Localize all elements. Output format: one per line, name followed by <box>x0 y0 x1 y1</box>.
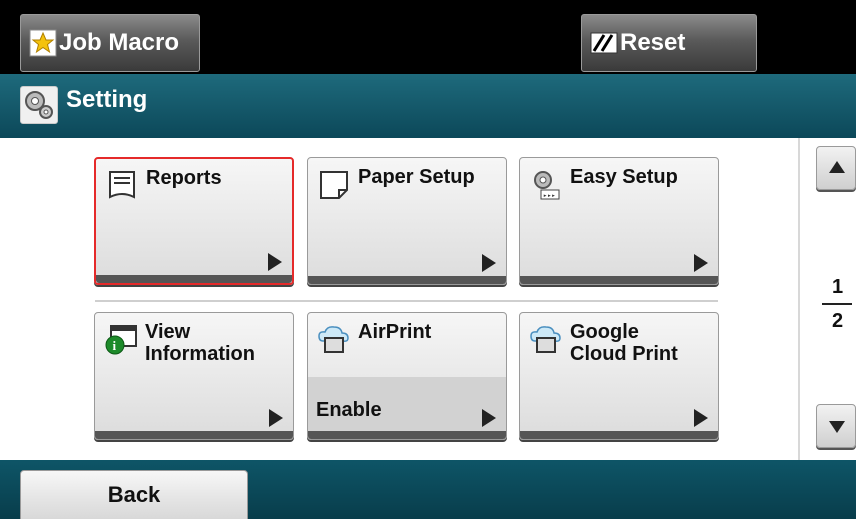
back-button[interactable]: Back <box>20 470 248 519</box>
airprint-tile[interactable]: AirPrint Enable <box>307 312 507 440</box>
scroll-down-button[interactable] <box>816 404 856 448</box>
paper-setup-tile[interactable]: Paper Setup <box>307 157 507 285</box>
airprint-value: Enable <box>316 399 382 421</box>
view-information-tile[interactable]: i View Information <box>94 312 294 440</box>
tile-shadow <box>308 431 506 439</box>
tile-shadow <box>96 275 292 283</box>
reports-tile[interactable]: Reports <box>94 157 294 285</box>
arrow-right-icon <box>268 253 282 271</box>
view-information-label: View Information <box>145 321 255 365</box>
arrow-right-icon <box>482 409 496 427</box>
settings-gear-icon <box>20 86 58 124</box>
reset-label: Reset <box>620 29 686 56</box>
airprint-label: AirPrint <box>358 321 432 343</box>
easy-setup-label: Easy Setup <box>570 166 678 188</box>
arrow-right-icon <box>694 409 708 427</box>
pager-divider <box>798 138 800 460</box>
tile-shadow <box>308 276 506 284</box>
footer-bar: Back <box>0 460 856 519</box>
easy-setup-tile[interactable]: ▸▸▸ Easy Setup <box>519 157 719 285</box>
tile-shadow <box>95 431 293 439</box>
svg-text:i: i <box>113 338 117 353</box>
paper-icon <box>320 171 348 199</box>
cloud-printer-icon <box>318 326 349 353</box>
job-macro-button[interactable]: Job Macro <box>20 14 200 72</box>
arrow-right-icon <box>694 254 708 272</box>
google-cloud-print-label: Google Cloud Print <box>570 321 678 365</box>
page-number-total: 2 <box>832 310 844 332</box>
cloud-printer-icon <box>530 326 561 353</box>
svg-text:▸▸▸: ▸▸▸ <box>543 192 556 200</box>
reset-icon <box>590 32 618 54</box>
reports-icon <box>109 171 135 199</box>
page-separator <box>822 303 852 305</box>
gear-icon: ▸▸▸ <box>534 171 560 200</box>
arrow-right-icon <box>482 254 496 272</box>
job-macro-label: Job Macro <box>59 29 180 56</box>
reset-button[interactable]: Reset <box>581 14 757 72</box>
triangle-up-icon <box>829 161 845 173</box>
page-number-current: 1 <box>832 276 844 298</box>
triangle-down-icon <box>829 421 845 433</box>
arrow-right-icon <box>269 409 283 427</box>
google-cloud-print-tile[interactable]: Google Cloud Print <box>519 312 719 440</box>
settings-header: Setting <box>0 74 856 138</box>
page-title: Setting <box>66 86 148 113</box>
paper-setup-label: Paper Setup <box>358 166 475 188</box>
row-divider <box>95 300 718 302</box>
reports-label: Reports <box>146 167 222 189</box>
star-icon <box>29 29 57 57</box>
tile-shadow <box>520 276 718 284</box>
info-icon: i <box>105 325 137 355</box>
scroll-up-button[interactable] <box>816 146 856 190</box>
top-bar: Job Macro Reset <box>0 0 856 74</box>
tile-shadow <box>520 431 718 439</box>
